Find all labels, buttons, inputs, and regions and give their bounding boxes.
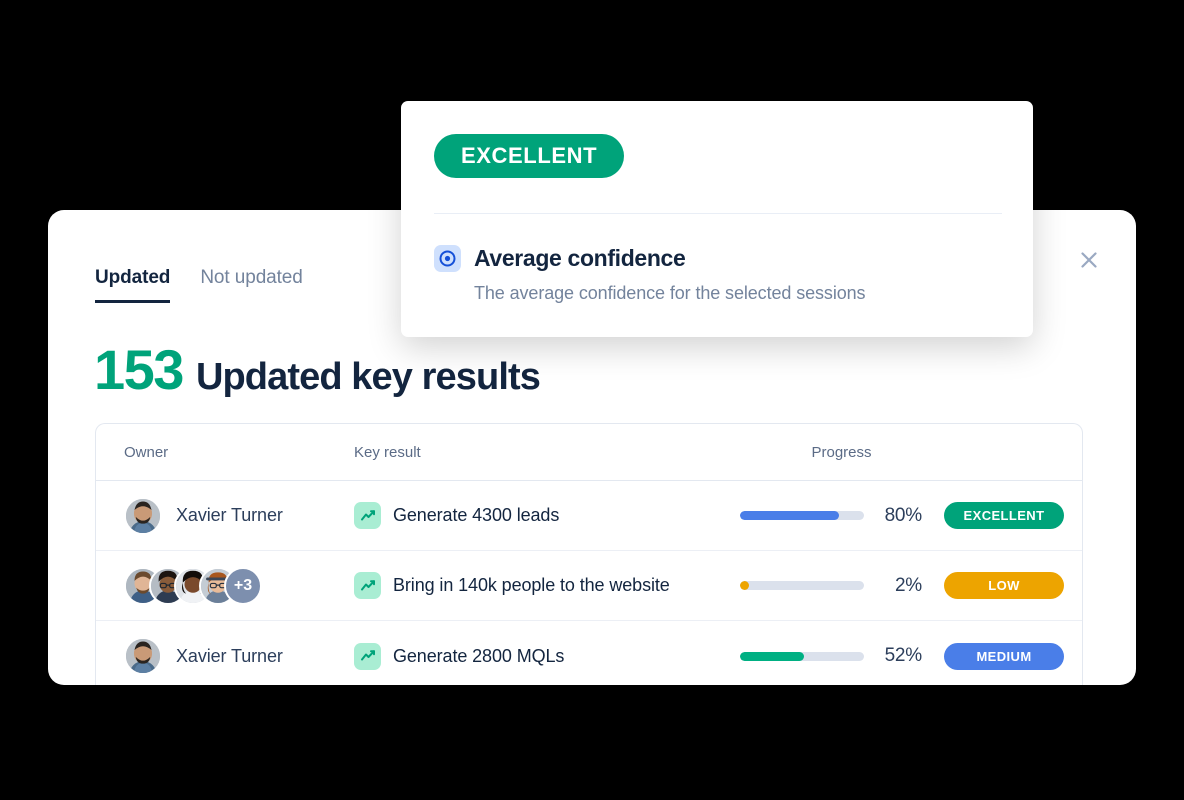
- key-result-cell: Generate 4300 leads: [354, 502, 739, 529]
- progress-bar: [740, 511, 864, 520]
- key-result-text: Generate 4300 leads: [393, 505, 560, 525]
- target-circle-icon: [434, 245, 461, 272]
- progress-bar-fill: [740, 581, 749, 590]
- progress-cell: 2%: [739, 575, 944, 597]
- status-badge: EXCELLENT: [944, 502, 1064, 529]
- tooltip-badge-wrapper: EXCELLENT: [434, 134, 625, 178]
- tooltip-title: Average confidence: [474, 245, 686, 271]
- confidence-cell: MEDIUM: [944, 642, 1082, 670]
- tab-not-updated[interactable]: Not updated: [200, 265, 303, 303]
- updated-caption: Updated key results: [195, 356, 541, 398]
- column-header-owner: Owner: [124, 443, 169, 461]
- owner-cell: Xavier Turner: [96, 496, 354, 535]
- key-result-cell: Bring in 140k people to the website: [354, 572, 739, 599]
- updated-count: 153: [94, 338, 184, 401]
- column-header-progress: Progress: [811, 443, 872, 461]
- trend-line-icon: [354, 572, 381, 599]
- confidence-cell: LOW: [944, 572, 1082, 599]
- progress-bar: [740, 581, 864, 590]
- avatar-group[interactable]: +3: [124, 566, 262, 605]
- table-row[interactable]: Xavier Turner Generate 4300 leads 80% EX…: [96, 481, 1082, 551]
- progress-cell: 52%: [739, 645, 944, 667]
- avatar-overflow-count: +3: [224, 566, 262, 605]
- progress-cell: 80%: [739, 505, 944, 527]
- trend-line-icon: [354, 642, 381, 670]
- key-result-cell: Generate 2800 MQLs: [354, 642, 739, 670]
- progress-bar-fill: [740, 651, 805, 661]
- tooltip-title-row: Average confidence: [434, 245, 1011, 272]
- avatar: [124, 637, 162, 675]
- owner-cell: Xavier Turner: [96, 637, 354, 675]
- progress-label: 52%: [884, 645, 923, 666]
- confidence-tooltip-card: EXCELLENT Average confidence The average…: [401, 101, 1033, 337]
- trend-line-icon: [354, 502, 381, 529]
- table-header: Owner Key result Progress: [96, 424, 1082, 481]
- tab-bar: Updated Not updated: [95, 265, 303, 303]
- tooltip-body: Average confidence The average confidenc…: [434, 245, 1011, 304]
- progress-bar: [740, 651, 864, 661]
- key-result-text: Generate 2800 MQLs: [393, 645, 565, 666]
- progress-bar-fill: [740, 511, 840, 520]
- table-row[interactable]: +3 Bring in 140k people to the website 2…: [96, 551, 1082, 621]
- tooltip-divider: [434, 213, 1002, 214]
- tooltip-subtitle: The average confidence for the selected …: [474, 283, 866, 303]
- status-badge: LOW: [944, 572, 1064, 599]
- owner-name: Xavier Turner: [176, 505, 283, 525]
- key-result-text: Bring in 140k people to the website: [393, 575, 670, 595]
- confidence-cell: EXCELLENT: [944, 502, 1082, 529]
- progress-label: 80%: [884, 504, 923, 526]
- page-title: 153 Updated key results: [94, 338, 541, 401]
- table-row[interactable]: Xavier Turner Generate 2800 MQLs 52% MED…: [96, 621, 1082, 685]
- column-header-key-result: Key result: [354, 443, 421, 461]
- owner-cell: +3: [96, 566, 354, 605]
- avatar: [124, 496, 162, 535]
- status-badge: MEDIUM: [944, 642, 1064, 670]
- tab-updated[interactable]: Updated: [95, 265, 170, 303]
- close-button[interactable]: [1072, 243, 1106, 277]
- key-results-table: Owner Key result Progress Xavier Turner …: [95, 423, 1083, 685]
- owner-name: Xavier Turner: [176, 645, 283, 666]
- close-icon: [1081, 252, 1097, 268]
- tooltip-rating-badge: EXCELLENT: [434, 134, 625, 178]
- progress-label: 2%: [894, 574, 922, 596]
- screen-root: Updated Not updated 153 Updated key resu…: [0, 0, 1184, 800]
